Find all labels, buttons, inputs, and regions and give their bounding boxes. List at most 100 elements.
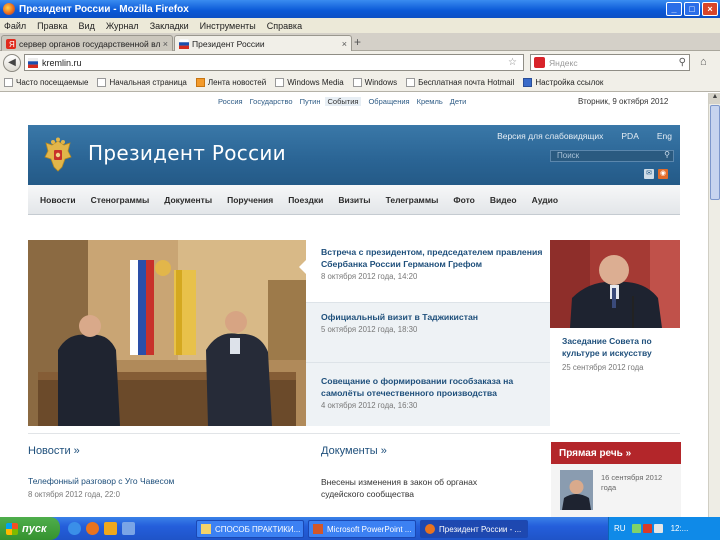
- firefox-icon: [3, 3, 15, 15]
- hero-item-tajikistan[interactable]: Официальный визит в Таджикистан 5 октябр…: [306, 302, 550, 362]
- bookmark-hotmail[interactable]: Бесплатная почта Hotmail: [406, 78, 514, 87]
- menu-bar: Файл Правка Вид Журнал Закладки Инструме…: [0, 18, 720, 33]
- header-icons: ✉ ◉: [640, 169, 668, 179]
- volume-icon[interactable]: [653, 524, 663, 533]
- taskbar-item-word[interactable]: СПОСОБ ПРАКТИКИ...: [196, 520, 304, 538]
- window-title: Президент России - Mozilla Firefox: [19, 3, 189, 15]
- hero-item-title[interactable]: Встреча с президентом, председателем пра…: [321, 246, 550, 270]
- section-divider: [28, 433, 680, 434]
- search-box[interactable]: Яндекс ⚲: [530, 54, 690, 71]
- back-button[interactable]: ◀: [3, 53, 21, 72]
- media-icon[interactable]: [104, 522, 117, 535]
- maximize-button[interactable]: □: [684, 2, 700, 16]
- menu-video[interactable]: Видео: [490, 195, 517, 205]
- tab-close-icon[interactable]: ×: [163, 39, 168, 49]
- accessible-version-link[interactable]: Версия для слабовидящих: [497, 131, 603, 141]
- minimize-button[interactable]: _: [666, 2, 682, 16]
- bookmark-label: Windows: [364, 78, 398, 87]
- pda-link[interactable]: PDA: [621, 131, 638, 141]
- rss-icon[interactable]: ◉: [658, 169, 668, 179]
- home-icon[interactable]: ⌂: [700, 56, 707, 68]
- menu-news[interactable]: Новости: [40, 195, 76, 205]
- language-indicator[interactable]: RU: [614, 524, 626, 533]
- top-link-kremlin[interactable]: Кремль: [417, 97, 443, 106]
- hero-item-title[interactable]: Официальный визит в Таджикистан: [321, 311, 550, 323]
- taskbar-item-powerpoint[interactable]: Microsoft PowerPoint ...: [308, 520, 416, 538]
- side-photo[interactable]: [550, 240, 680, 328]
- bookmark-news-feed[interactable]: Лента новостей: [195, 78, 266, 87]
- menu-bookmarks[interactable]: Закладки: [150, 21, 189, 31]
- site-header: Президент России Версия для слабовидящих…: [28, 125, 680, 185]
- close-button[interactable]: ×: [702, 2, 718, 16]
- powerpoint-icon: [313, 524, 323, 534]
- document-item-title[interactable]: Внесены изменения в закон об органах суд…: [321, 476, 511, 500]
- menu-file[interactable]: Файл: [4, 21, 26, 31]
- scroll-up-icon[interactable]: ▲: [709, 93, 720, 104]
- menu-view[interactable]: Вид: [79, 21, 95, 31]
- bookmark-customize-links[interactable]: Настройка ссылок: [523, 78, 603, 87]
- menu-visits[interactable]: Визиты: [338, 195, 370, 205]
- direct-speech-heading[interactable]: Прямая речь »: [551, 442, 681, 464]
- hero-photo[interactable]: [28, 240, 306, 426]
- menu-audio[interactable]: Аудио: [532, 195, 558, 205]
- menu-transcripts[interactable]: Стенограммы: [91, 195, 150, 205]
- bookmark-windows-media[interactable]: Windows Media: [275, 78, 344, 87]
- news-heading[interactable]: Новости »: [28, 445, 80, 457]
- menu-photo[interactable]: Фото: [453, 195, 474, 205]
- bookmark-start-page[interactable]: Начальная страница: [97, 78, 187, 87]
- bookmark-star-icon[interactable]: ☆: [508, 57, 517, 68]
- documents-heading[interactable]: Документы »: [321, 445, 387, 457]
- ie-icon[interactable]: [68, 522, 81, 535]
- bookmark-icon: [275, 78, 285, 87]
- search-icon[interactable]: ⚲: [679, 57, 686, 68]
- menu-edit[interactable]: Правка: [37, 21, 67, 31]
- page-scrollbar[interactable]: ▲: [708, 93, 720, 517]
- address-bar[interactable]: kremlin.ru ☆: [24, 54, 524, 71]
- side-item-title[interactable]: Заседание Совета по культуре и искусству: [562, 335, 677, 359]
- desktop-icon[interactable]: [122, 522, 135, 535]
- header-links: Версия для слабовидящих PDA Eng: [479, 131, 672, 141]
- subscribe-icon[interactable]: ✉: [644, 169, 654, 179]
- taskbar-item-label: Microsoft PowerPoint ...: [327, 524, 412, 534]
- top-link-russia[interactable]: Россия: [218, 97, 243, 106]
- top-link-putin[interactable]: Путин: [300, 97, 321, 106]
- top-link-kids[interactable]: Дети: [450, 97, 467, 106]
- site-title[interactable]: Президент России: [88, 141, 286, 165]
- tab-label: сервер органов государственной влас...: [19, 38, 160, 49]
- speech-photo[interactable]: [560, 470, 593, 510]
- antivirus-icon[interactable]: [642, 524, 652, 533]
- msn-icon: [523, 78, 533, 87]
- site-search-input[interactable]: Поиск ⚲: [550, 150, 674, 162]
- tab-president[interactable]: Президент России ×: [174, 35, 352, 51]
- top-link-appeals[interactable]: Обращения: [368, 97, 409, 106]
- tab-close-icon[interactable]: ×: [342, 39, 347, 49]
- menu-telegrams[interactable]: Телеграммы: [386, 195, 439, 205]
- menu-help[interactable]: Справка: [267, 21, 302, 31]
- top-link-state[interactable]: Государство: [250, 97, 293, 106]
- top-link-events[interactable]: События: [324, 97, 362, 106]
- menu-history[interactable]: Журнал: [106, 21, 139, 31]
- bookmark-most-visited[interactable]: Часто посещаемые: [4, 78, 88, 87]
- menu-documents[interactable]: Документы: [164, 195, 212, 205]
- firefox-icon[interactable]: [86, 522, 99, 535]
- network-icon[interactable]: [631, 524, 641, 533]
- hero-item-title[interactable]: Совещание о формировании гособзаказа на …: [321, 375, 550, 399]
- tray-icons: [631, 524, 665, 533]
- start-button[interactable]: пуск: [0, 517, 60, 540]
- search-icon[interactable]: ⚲: [664, 150, 670, 160]
- hero-item-aircraft[interactable]: Совещание о формировании гособзаказа на …: [306, 362, 550, 426]
- news-item-title[interactable]: Телефонный разговор с Уго Чавесом: [28, 476, 174, 486]
- rss-icon: [195, 78, 205, 87]
- tab-gov-servers[interactable]: Я сервер органов государственной влас...…: [1, 35, 173, 51]
- coat-of-arms-icon[interactable]: [42, 137, 74, 173]
- scroll-thumb[interactable]: [710, 105, 720, 200]
- bookmark-windows[interactable]: Windows: [352, 78, 398, 87]
- menu-instructions[interactable]: Поручения: [227, 195, 273, 205]
- english-link[interactable]: Eng: [657, 131, 672, 141]
- menu-tools[interactable]: Инструменты: [200, 21, 256, 31]
- quick-launch: [68, 522, 140, 535]
- new-tab-button[interactable]: +: [354, 35, 361, 49]
- taskbar-item-firefox[interactable]: Президент России - ...: [420, 520, 528, 538]
- hero-item-gref[interactable]: Встреча с президентом, председателем пра…: [299, 240, 550, 302]
- menu-trips[interactable]: Поездки: [288, 195, 323, 205]
